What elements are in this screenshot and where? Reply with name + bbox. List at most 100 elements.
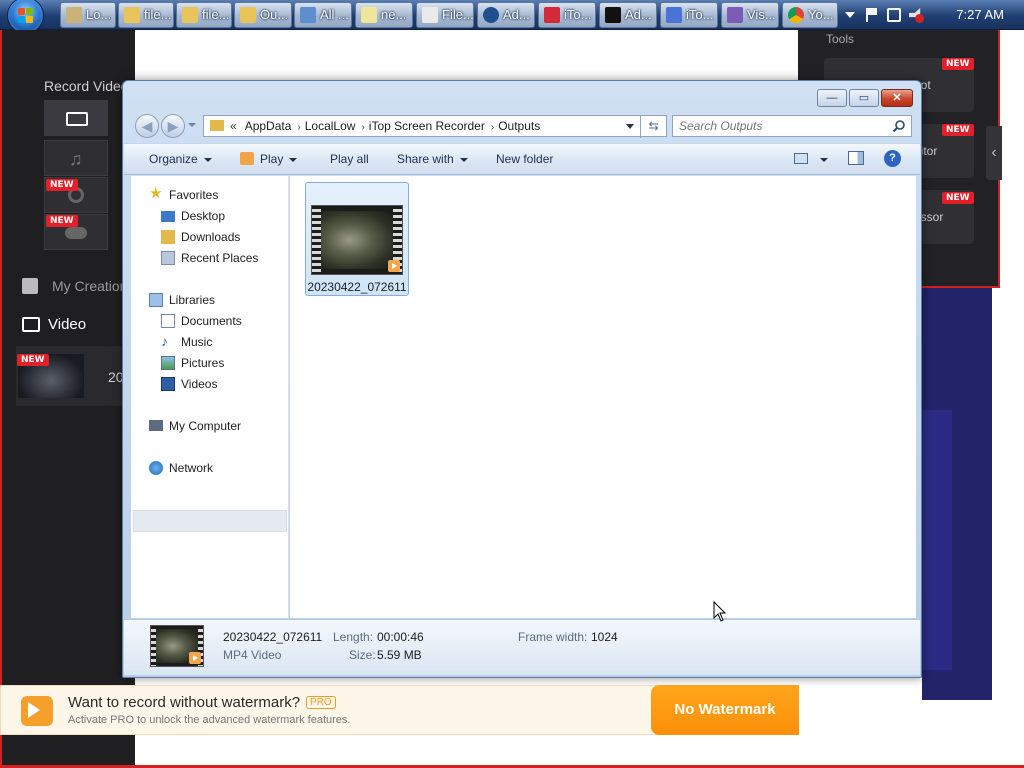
recent-pages-chevron-icon[interactable] xyxy=(188,123,196,127)
back-button[interactable]: ◀ xyxy=(135,114,159,138)
recording-list-item[interactable]: NEW 20 xyxy=(16,346,135,406)
share-with-button[interactable]: Share with xyxy=(397,152,468,166)
taskbar: Lo... file... file... Ou... All ... ne..… xyxy=(0,0,1024,34)
preview-pane-icon[interactable] xyxy=(848,151,864,165)
gamepad-icon xyxy=(65,227,87,239)
video-icon xyxy=(22,317,40,332)
nav-label: Favorites xyxy=(169,188,219,202)
collapse-panel-chevron-icon[interactable]: ‹ xyxy=(986,126,1002,180)
taskbar-button-label: Ou... xyxy=(260,7,289,22)
new-badge: NEW xyxy=(46,179,78,191)
taskbar-button-notepad[interactable]: ne... xyxy=(355,2,413,28)
search-icon[interactable] xyxy=(892,119,906,133)
clock[interactable]: 7:27 AM xyxy=(956,0,1004,30)
organize-label: Organize xyxy=(149,152,198,166)
details-file-type: MP4 Video xyxy=(223,648,282,662)
length-value: 00:00:46 xyxy=(377,630,424,644)
terminal-icon xyxy=(605,7,621,23)
frame-width-label: Frame width: xyxy=(518,630,588,644)
video-tab[interactable]: Video xyxy=(48,316,86,333)
file-item[interactable]: 20230422_072611 xyxy=(305,182,409,296)
taskbar-button-label: Lo... xyxy=(86,7,112,22)
record-audio-tile[interactable]: ♫ xyxy=(44,140,108,176)
forward-button[interactable]: ▶ xyxy=(161,114,185,138)
breadcrumb-separator-icon[interactable]: › xyxy=(491,122,494,133)
taskbar-button-file-1[interactable]: file... xyxy=(118,2,174,28)
organize-button[interactable]: Organize xyxy=(149,152,212,166)
breadcrumb-appdata[interactable]: AppData xyxy=(245,119,292,133)
breadcrumb-locallow[interactable]: LocalLow xyxy=(305,119,356,133)
desktop-icon xyxy=(161,211,175,222)
play-button[interactable]: Play xyxy=(240,152,298,166)
nav-label: Desktop xyxy=(181,209,226,223)
folder-icon xyxy=(124,7,140,23)
play-all-button[interactable]: Play all xyxy=(330,152,369,166)
record-video-label: Record Video xyxy=(44,78,129,94)
my-creations-label[interactable]: My Creation xyxy=(52,278,127,294)
size-label: Size: xyxy=(349,648,376,662)
file-name[interactable]: 20230422_072611 xyxy=(306,280,408,294)
chevron-down-icon[interactable] xyxy=(845,12,855,18)
maximize-button[interactable]: ▭ xyxy=(849,89,879,107)
taskbar-button-label: file... xyxy=(202,7,230,22)
libraries-icon xyxy=(149,293,163,307)
breadcrumb-itop[interactable]: iTop Screen Recorder xyxy=(369,119,485,133)
taskbar-button-visual-studio[interactable]: Vis... xyxy=(721,2,779,28)
close-button[interactable]: ✕ xyxy=(881,89,913,107)
taskbar-button-lo[interactable]: Lo... xyxy=(60,2,116,28)
minimize-button[interactable]: — xyxy=(817,89,847,107)
nav-label: Libraries xyxy=(169,293,216,307)
documents-icon xyxy=(161,314,175,328)
itop-sidebar: Record Video ♫ NEW NEW My Creation Video… xyxy=(0,30,135,768)
details-thumbnail xyxy=(150,625,204,667)
taskbar-button-file[interactable]: File... xyxy=(416,2,474,28)
video-thumbnail xyxy=(311,205,403,275)
address-dropdown-icon[interactable] xyxy=(626,124,634,129)
pictures-icon xyxy=(161,356,175,370)
mouse-cursor-icon xyxy=(713,601,727,622)
new-folder-button[interactable]: New folder xyxy=(496,152,553,166)
taskbar-button-all[interactable]: All ... xyxy=(294,2,352,28)
taskbar-button-itop-1[interactable]: iTo... xyxy=(538,2,596,28)
no-watermark-button[interactable]: No Watermark xyxy=(651,685,799,735)
play-label: Play xyxy=(260,152,284,166)
frame-width-value: 1024 xyxy=(591,630,618,644)
video-play-overlay-icon xyxy=(189,652,201,664)
breadcrumb-separator-icon[interactable]: › xyxy=(297,122,300,133)
new-badge: NEW xyxy=(46,215,78,227)
address-bar[interactable]: « AppData › LocalLow › iTop Screen Recorder › O… xyxy=(203,115,667,138)
taskbar-button-label: Yo... xyxy=(808,7,834,22)
search-box[interactable] xyxy=(672,115,912,137)
refresh-button[interactable]: ⇆ xyxy=(640,116,666,138)
new-badge: NEW xyxy=(942,124,974,136)
breadcrumb-outputs[interactable]: Outputs xyxy=(498,119,540,133)
nav-label: Videos xyxy=(181,377,218,391)
computer-icon xyxy=(149,420,163,431)
taskbar-button-itop-2[interactable]: iTo... xyxy=(660,2,718,28)
tools-label: Tools xyxy=(826,32,855,46)
change-view-button[interactable] xyxy=(794,152,828,166)
taskbar-button-label: ne... xyxy=(381,7,407,22)
monitor-icon xyxy=(66,112,88,126)
record-screen-tile[interactable] xyxy=(44,100,108,136)
taskbar-button-ad-1[interactable]: Ad... xyxy=(477,2,535,28)
search-input[interactable] xyxy=(679,118,879,134)
breadcrumb-separator-icon[interactable]: › xyxy=(361,122,364,133)
taskbar-button-file-2[interactable]: file... xyxy=(176,2,232,28)
window-icon xyxy=(300,7,316,23)
taskbar-button-label: Vis... xyxy=(747,7,776,22)
chevron-down-icon xyxy=(820,157,828,162)
taskbar-button-outputs[interactable]: Ou... xyxy=(234,2,292,28)
star-icon: ★ xyxy=(149,185,163,202)
flag-icon[interactable] xyxy=(866,8,880,22)
taskbar-button-chrome[interactable]: Yo... xyxy=(782,2,838,28)
help-icon[interactable]: ? xyxy=(884,150,901,167)
network-globe-icon xyxy=(149,461,163,475)
videos-icon xyxy=(161,377,175,391)
command-bar: Organize Play Play all Share with New fo… xyxy=(124,143,920,175)
network-icon[interactable] xyxy=(887,8,901,22)
taskbar-button-ad-2[interactable]: Ad... xyxy=(599,2,657,28)
overflow-chevrons-icon[interactable]: « xyxy=(230,119,237,133)
start-button[interactable] xyxy=(7,0,44,34)
downloads-folder-icon xyxy=(161,230,175,244)
